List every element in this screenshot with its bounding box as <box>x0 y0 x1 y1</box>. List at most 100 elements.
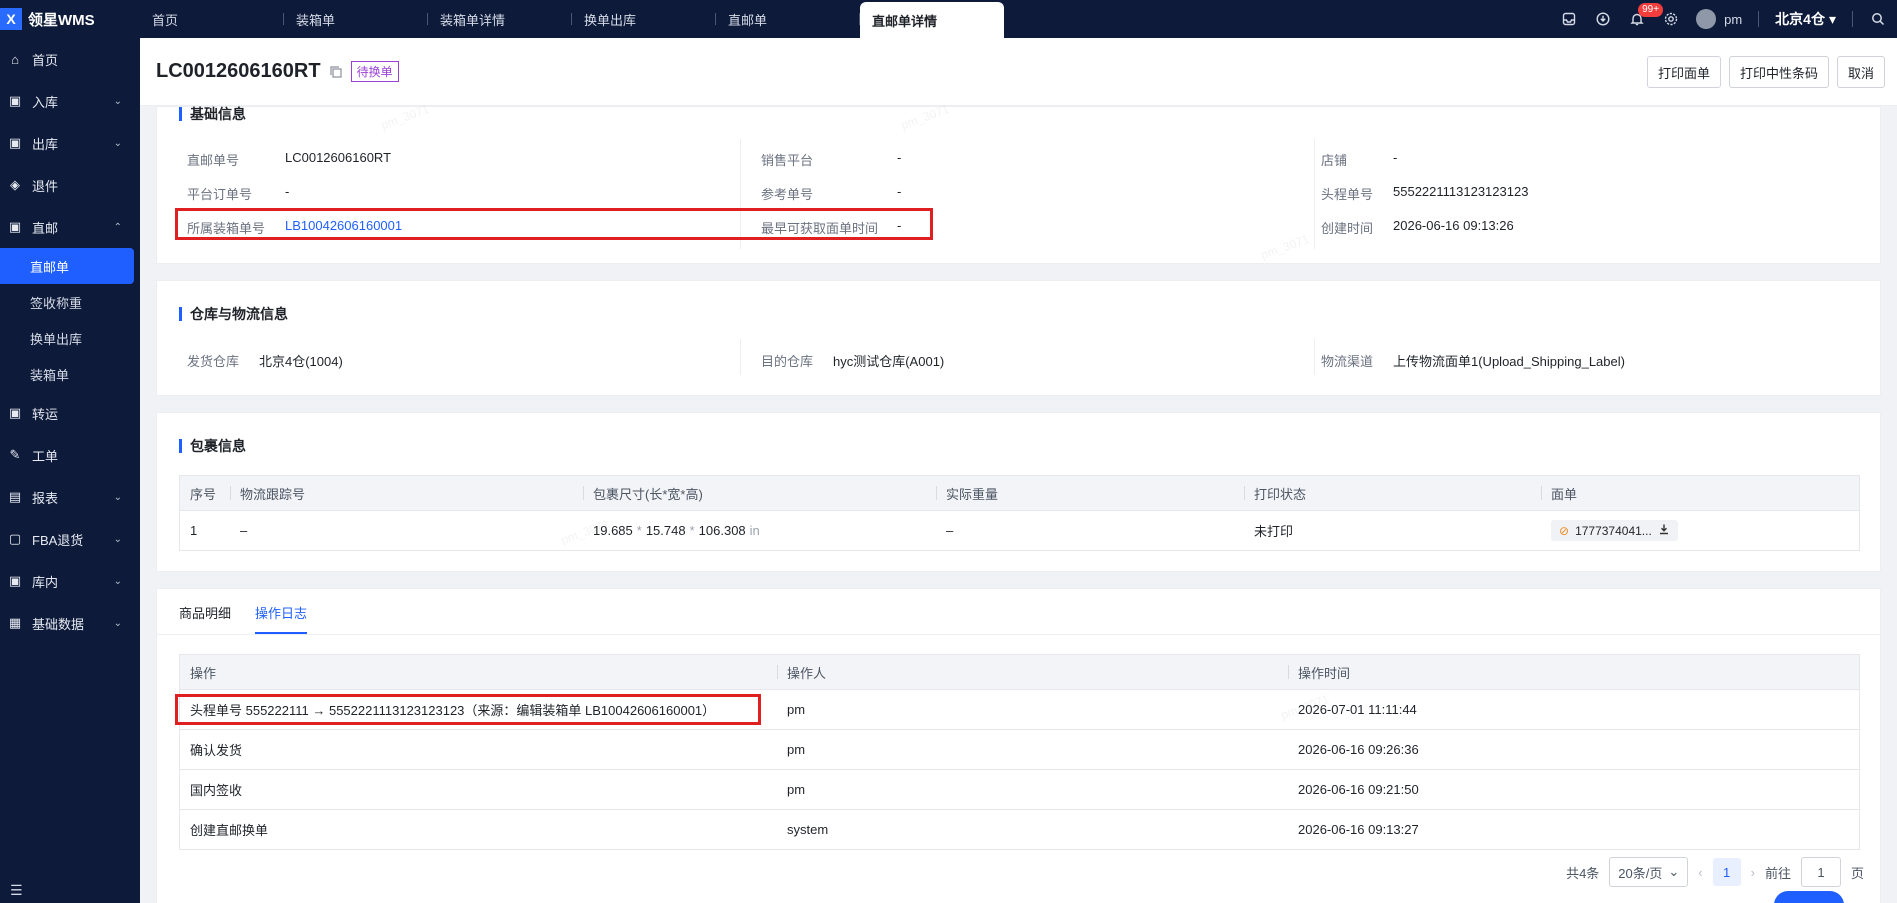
tab-exchange-outbound[interactable]: 换单出库 <box>572 0 716 38</box>
col-header: 打印状态 <box>1244 476 1541 510</box>
package-card: 包裹信息 序号 物流跟踪号 包裹尺寸(长*宽*高) 实际重量 打印状态 面单 1… <box>156 412 1881 572</box>
chevron-down-icon: ⌄ <box>113 95 122 107</box>
sidebar-item-home[interactable]: ⌂ 首页 <box>0 38 140 80</box>
size-length: 19.685 <box>593 523 633 538</box>
sidebar-item-workorder[interactable]: ✎ 工单 <box>0 434 140 476</box>
field-label: 平台订单号 <box>187 187 253 202</box>
tab-goods-detail[interactable]: 商品明细 <box>179 603 231 634</box>
prev-page-icon[interactable]: ‹ <box>1698 865 1702 880</box>
tab-operation-log[interactable]: 操作日志 <box>255 603 308 634</box>
sidebar-item-label: 直邮 <box>32 220 59 236</box>
table-row: 国内签收 pm 2026-06-16 09:21:50 <box>180 769 1859 809</box>
sidebar-item-transfer[interactable]: ▣ 转运 <box>0 392 140 434</box>
cancel-button[interactable]: 取消 <box>1836 56 1885 88</box>
field-value: LC0012606160RT <box>285 150 392 165</box>
settings-icon[interactable] <box>1662 10 1680 28</box>
tab-direct-mail-detail[interactable]: 直邮单详情 <box>860 2 1004 38</box>
field-value: 5552221113123123123 <box>1393 184 1529 199</box>
field-label: 直邮单号 <box>187 153 240 168</box>
download-circle-icon[interactable] <box>1594 10 1612 28</box>
page-size-select[interactable]: 20条/页 ⌄ <box>1609 857 1689 887</box>
sidebar-sub-direct-mail-list[interactable]: 直邮单 <box>0 248 134 284</box>
page-title: LC0012606160RT <box>156 60 321 82</box>
field-label: 店铺 <box>1321 153 1348 168</box>
field-value: 上传物流面单1(Upload_Shipping_Label) <box>1393 354 1625 369</box>
sidebar-sub-exchange-outbound[interactable]: 换单出库 <box>0 320 140 356</box>
size-height: 106.308 <box>698 523 746 538</box>
field-label: 销售平台 <box>761 153 814 168</box>
goto-page-input[interactable]: 1 <box>1800 857 1841 887</box>
col-header: 面单 <box>1541 476 1859 510</box>
sidebar-item-inbound[interactable]: ▣ 入库 ⌄ <box>0 80 140 122</box>
next-page-icon[interactable]: › <box>1751 865 1755 880</box>
basic-info-card: 基础信息 直邮单号 LC0012606160RT 平台订单号 - 所属装箱单号 LB1… <box>156 106 1881 264</box>
sidebar-item-label: 退件 <box>32 178 59 194</box>
top-bar: X 领星WMS 首页 装箱单 装箱单详情 换单出库 直邮单 直邮单详情 99+ … <box>0 0 1897 38</box>
app-logo[interactable]: X 领星WMS <box>0 0 140 38</box>
goto-label: 前往 <box>1764 865 1791 881</box>
field-value: hyc测试仓库(A001) <box>833 354 945 369</box>
sidebar: ⌂ 首页 ▣ 入库 ⌄ ▣ 出库 ⌄ ◈ 退件 ▣ 直邮 ⌃ 直邮单 签收称重 换单出库 装箱单… <box>0 38 140 903</box>
package-size: 19.685 * 15.748 * 106.308 in <box>583 511 936 550</box>
table-row: 创建直邮换单 system 2026-06-16 09:13:27 <box>180 809 1859 849</box>
warehouse-selector[interactable]: 北京4仓 ▾ <box>1775 9 1836 29</box>
col-header: 操作人 <box>777 655 1288 689</box>
sidebar-item-fba-returns[interactable]: ▢ FBA退货 ⌄ <box>0 518 140 560</box>
table-row: 1 – 19.685 * 15.748 * 106.308 in – 未打印 ⊘… <box>180 510 1859 550</box>
chevron-up-icon: ⌃ <box>113 221 122 233</box>
label-file-name: 1777374041... <box>1575 523 1652 538</box>
page-suffix: 页 <box>1850 865 1864 881</box>
search-icon[interactable] <box>1869 10 1887 28</box>
status-badge: 待换单 <box>350 61 399 82</box>
sidebar-item-reports[interactable]: ▤ 报表 ⌄ <box>0 476 140 518</box>
log-operation: 国内签收 <box>190 783 243 798</box>
sidebar-sub-packing-list[interactable]: 装箱单 <box>0 356 140 392</box>
size-unit: in <box>749 523 760 538</box>
tab-packing-detail[interactable]: 装箱单详情 <box>428 0 572 38</box>
log-time: 2026-06-16 09:21:50 <box>1298 782 1419 797</box>
sidebar-item-direct-mail[interactable]: ▣ 直邮 ⌃ <box>0 206 140 248</box>
field-order-no: 直邮单号 LC0012606160RT <box>187 150 391 169</box>
size-width: 15.748 <box>645 523 686 538</box>
user-menu[interactable]: pm <box>1696 9 1742 29</box>
download-icon[interactable] <box>1658 523 1670 538</box>
chevron-down-icon: ⌄ <box>113 491 122 503</box>
label-file-chip[interactable]: ⊘ 1777374041... <box>1551 520 1678 541</box>
sidebar-item-outbound[interactable]: ▣ 出库 ⌄ <box>0 122 140 164</box>
section-title: 仓库与物流信息 <box>179 307 288 321</box>
field-value: 北京4仓(1004) <box>259 354 343 369</box>
field-from-warehouse: 发货仓库 北京4仓(1004) <box>187 351 343 370</box>
collapse-sidebar-icon[interactable]: ☰ <box>10 882 23 899</box>
size-separator: * <box>636 523 642 538</box>
field-channel: 物流渠道 上传物流面单1(Upload_Shipping_Label) <box>1321 351 1625 370</box>
floating-action-button[interactable] <box>1774 891 1844 903</box>
detail-tabs: 商品明细 操作日志 <box>179 603 308 634</box>
sidebar-sub-sign-weigh[interactable]: 签收称重 <box>0 284 140 320</box>
field-value: - <box>285 184 290 199</box>
inbox-icon[interactable] <box>1560 10 1578 28</box>
copy-icon[interactable] <box>329 65 343 79</box>
log-operator: pm <box>787 702 806 717</box>
tab-home[interactable]: 首页 <box>140 0 284 38</box>
home-icon: ⌂ <box>11 51 19 67</box>
sidebar-item-label: 工单 <box>32 448 59 464</box>
tab-packing-list[interactable]: 装箱单 <box>284 0 428 38</box>
sidebar-item-returns[interactable]: ◈ 退件 <box>0 164 140 206</box>
warehouse-name: 北京4仓 <box>1775 11 1825 27</box>
field-platform-order: 平台订单号 - <box>187 184 289 203</box>
table-row: 确认发货 pm 2026-06-16 09:26:36 <box>180 729 1859 769</box>
chevron-down-icon: ⌄ <box>113 137 122 149</box>
field-shop: 店铺 - <box>1321 150 1397 169</box>
print-label-button[interactable]: 打印面单 <box>1646 56 1721 88</box>
page-number[interactable]: 1 <box>1712 858 1741 886</box>
tab-direct-mail[interactable]: 直邮单 <box>716 0 860 38</box>
highlight-box <box>175 694 761 725</box>
sidebar-item-base-data[interactable]: ▦ 基础数据 ⌄ <box>0 602 140 644</box>
print-neutral-barcode-button[interactable]: 打印中性条码 <box>1728 56 1829 88</box>
log-operator: pm <box>787 782 806 797</box>
pagination: 共4条 20条/页 ⌄ ‹ 1 › 前往 1 页 <box>1566 857 1864 887</box>
chevron-down-icon: ⌄ <box>113 575 122 587</box>
col-header: 物流跟踪号 <box>230 476 583 510</box>
sidebar-item-inventory[interactable]: ▣ 库内 ⌄ <box>0 560 140 602</box>
bell-icon[interactable]: 99+ <box>1628 3 1664 28</box>
